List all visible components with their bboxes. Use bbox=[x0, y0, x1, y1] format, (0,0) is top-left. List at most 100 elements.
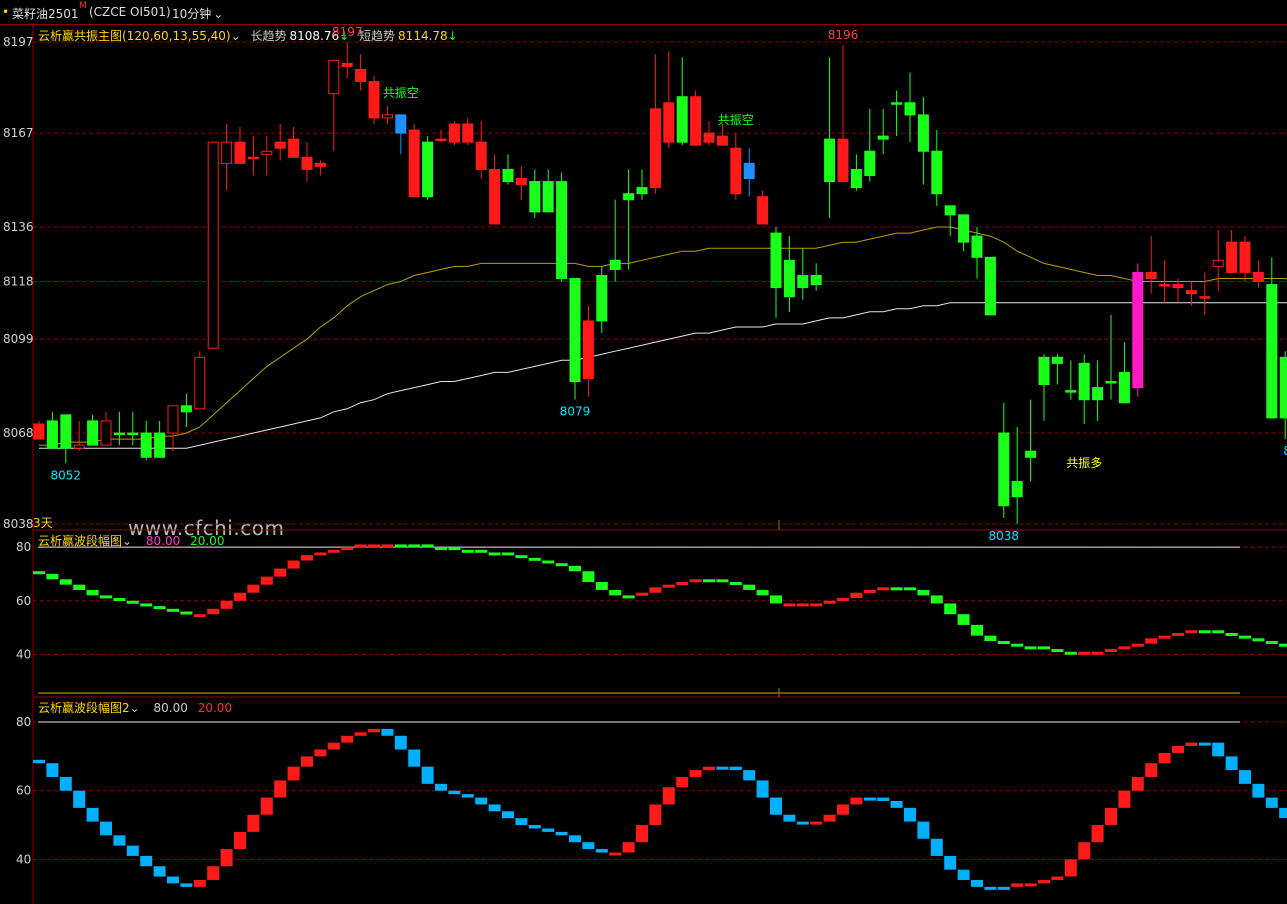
indicator-bar bbox=[126, 845, 139, 856]
indicator-bar bbox=[33, 571, 45, 575]
period-selector[interactable]: 10分钟 ⌄ bbox=[172, 5, 223, 22]
indicator-bar bbox=[341, 547, 354, 551]
indicator-bar bbox=[756, 590, 769, 596]
indicator-bar bbox=[1279, 807, 1287, 819]
indicator-bar bbox=[662, 584, 675, 588]
indicator-bar bbox=[421, 766, 434, 784]
indicator-bar bbox=[220, 600, 233, 609]
indicator-bar bbox=[234, 592, 246, 601]
indicator-bar bbox=[1198, 742, 1211, 746]
candle-body bbox=[716, 135, 728, 146]
candle-body bbox=[247, 156, 259, 160]
price-annotation: 8038 bbox=[989, 529, 1020, 543]
indicator-bar bbox=[381, 544, 394, 548]
indicator-bar bbox=[622, 842, 635, 853]
indicator-bar bbox=[555, 563, 568, 567]
indicator-bar bbox=[917, 590, 930, 596]
chart-canvas: 8197 8167 8136 8118 8099 8068 8038 80 60 40 80 60 40… bbox=[3, 24, 1287, 904]
indicator-bar bbox=[381, 728, 394, 736]
short_trend-line bbox=[39, 226, 1287, 446]
indicator-bar bbox=[957, 614, 970, 625]
indicator-bar bbox=[555, 831, 568, 836]
title-bar: • 菜籽油2501 M (CZCE OI501) 10分钟 ⌄ bbox=[0, 0, 1287, 25]
y-tick-label: 8099 bbox=[3, 332, 34, 346]
indicator-bar bbox=[770, 797, 782, 815]
indicator-bar bbox=[193, 614, 206, 618]
chevron-down-icon[interactable]: ⌄ bbox=[231, 29, 241, 43]
indicator-bar bbox=[301, 555, 313, 561]
indicator-bar bbox=[542, 560, 555, 564]
symbol-code: (CZCE OI501) bbox=[89, 5, 171, 19]
price-annotation: 8052 bbox=[51, 468, 82, 482]
candle-body bbox=[515, 178, 527, 186]
indicator-name[interactable]: 云析赢共振主图(120,60,13,55,40) bbox=[38, 29, 231, 43]
indicator1-panel[interactable] bbox=[33, 544, 1287, 657]
indicator-bar bbox=[59, 579, 72, 585]
short-trend-value: 8114.78 bbox=[398, 29, 448, 43]
indicator-bar bbox=[1024, 883, 1037, 887]
y-tick-label: 80 bbox=[16, 715, 31, 729]
short-trend-label: 短趋势 bbox=[359, 29, 396, 43]
indicator-bar bbox=[247, 814, 260, 832]
indicator-bar bbox=[1198, 630, 1211, 634]
indicator-bar bbox=[394, 544, 407, 548]
indicator-bar bbox=[1252, 783, 1265, 798]
long-trend-label: 长趋势 bbox=[250, 29, 287, 43]
indicator-bar bbox=[1158, 752, 1171, 764]
indicator-bar bbox=[1252, 638, 1265, 642]
bullet-icon: • bbox=[2, 5, 10, 19]
indicator-bar bbox=[260, 576, 273, 585]
indicator1-name[interactable]: 云析赢波段幅图 bbox=[38, 534, 122, 548]
price-panel[interactable]: 819781968052807980388066共振空共振空共振多 bbox=[33, 25, 1287, 543]
candle-body bbox=[971, 235, 983, 258]
indicator-bar bbox=[475, 797, 488, 805]
symbol-name[interactable]: 菜籽油2501 bbox=[12, 5, 79, 22]
indicator-bar bbox=[1051, 876, 1064, 880]
candle-body bbox=[582, 320, 594, 380]
indicator-bar bbox=[1091, 651, 1104, 655]
indicator-bar bbox=[1118, 646, 1131, 650]
indicator-bar bbox=[73, 584, 86, 591]
indicator-bar bbox=[180, 883, 193, 887]
indicator-bar bbox=[368, 544, 380, 548]
indicator-bar bbox=[1105, 807, 1117, 826]
indicator-bar bbox=[877, 797, 890, 801]
indicator-bar bbox=[890, 801, 903, 808]
candle-body bbox=[958, 214, 970, 243]
candle-body bbox=[1011, 481, 1023, 498]
candle-body bbox=[757, 196, 769, 225]
indicator-bar bbox=[394, 735, 407, 750]
indicator-bar bbox=[180, 611, 193, 615]
candle-body bbox=[904, 102, 916, 116]
candle-body bbox=[73, 444, 85, 449]
indicator-bar bbox=[1225, 756, 1238, 771]
candle-body bbox=[1092, 387, 1104, 401]
indicator-bar bbox=[997, 886, 1010, 890]
y-tick-label: 8068 bbox=[3, 426, 34, 440]
candle-body bbox=[676, 96, 688, 143]
indicator-bar bbox=[582, 571, 595, 582]
candle-body bbox=[556, 181, 568, 280]
y-tick-label: 8038 bbox=[3, 517, 34, 531]
chevron-down-icon[interactable]: ⌄ bbox=[130, 701, 140, 715]
candle-body bbox=[609, 259, 621, 270]
indicator-bar bbox=[448, 790, 461, 795]
candle-body bbox=[623, 193, 635, 201]
candle-body bbox=[341, 62, 353, 67]
indicator-bar bbox=[823, 814, 836, 822]
main-legend: 云析赢共振主图(120,60,13,55,40)⌄ 长趋势 8108.76↓ 短趋… bbox=[38, 27, 464, 44]
indicator-bar bbox=[1158, 635, 1171, 639]
candle-body bbox=[529, 181, 541, 213]
candle-body bbox=[167, 405, 179, 434]
indicator2-name[interactable]: 云析赢波段幅图2 bbox=[38, 701, 130, 715]
indicator-bar bbox=[475, 549, 488, 553]
indicator2-panel[interactable] bbox=[33, 721, 1287, 890]
indicator-bar bbox=[1078, 651, 1091, 655]
indicator-bar bbox=[461, 794, 474, 798]
indicator-bar bbox=[743, 584, 756, 591]
indicator-bar bbox=[140, 855, 153, 867]
indicator-bar bbox=[743, 770, 756, 781]
candle-body bbox=[1159, 284, 1171, 287]
indicator-bar bbox=[770, 595, 782, 604]
main-contract-marker: M bbox=[79, 1, 87, 11]
